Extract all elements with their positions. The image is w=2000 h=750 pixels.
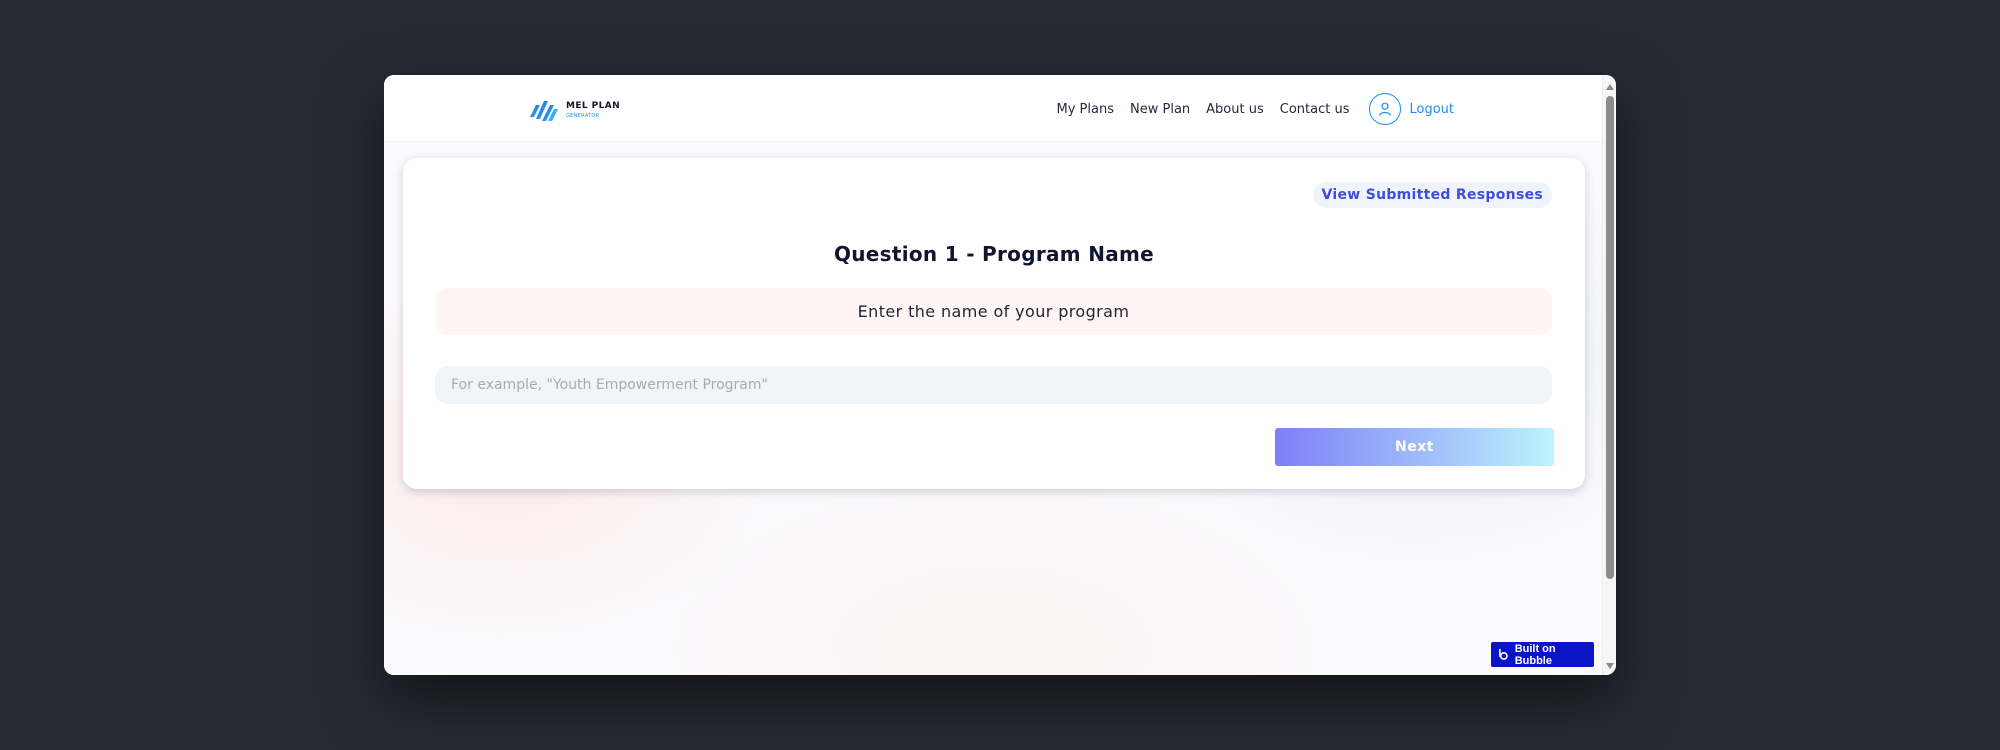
- logo-title: MEL PLAN: [566, 100, 621, 111]
- program-name-input[interactable]: [435, 366, 1552, 404]
- browser-window: MEL PLAN GENERATOR My Plans New Plan Abo…: [384, 75, 1616, 675]
- nav-my-plans[interactable]: My Plans: [1057, 102, 1114, 117]
- built-on-bubble-badge[interactable]: Built on Bubble: [1491, 642, 1594, 667]
- scroll-up-arrow-icon[interactable]: [1606, 84, 1614, 90]
- nav-new-plan[interactable]: New Plan: [1130, 102, 1190, 117]
- scrollbar-thumb[interactable]: [1606, 96, 1614, 579]
- logo-mark-icon: [530, 101, 558, 121]
- main-nav: My Plans New Plan About us Contact us Lo…: [1057, 92, 1602, 126]
- question-title: Question 1 - Program Name: [833, 242, 1155, 266]
- logout-link[interactable]: Logout: [1409, 102, 1454, 117]
- top-navbar: MEL PLAN GENERATOR My Plans New Plan Abo…: [384, 75, 1602, 142]
- app-logo[interactable]: MEL PLAN GENERATOR: [528, 97, 620, 123]
- logo-subtitle: GENERATOR: [566, 112, 600, 119]
- scroll-down-arrow-icon[interactable]: [1606, 663, 1614, 669]
- vertical-scrollbar[interactable]: [1602, 75, 1616, 675]
- bubble-icon: [1499, 648, 1508, 660]
- question-card: View Submitted Responses Question 1 - Pr…: [403, 158, 1585, 489]
- nav-contact-us[interactable]: Contact us: [1280, 102, 1350, 117]
- nav-about-us[interactable]: About us: [1206, 102, 1264, 117]
- view-submitted-responses-button[interactable]: View Submitted Responses: [1312, 182, 1552, 208]
- user-avatar[interactable]: [1369, 93, 1402, 125]
- next-button[interactable]: Next: [1275, 428, 1554, 466]
- badge-label: Built on Bubble: [1514, 642, 1556, 667]
- question-prompt: Enter the name of your program: [857, 302, 1130, 321]
- user-icon: [1379, 102, 1392, 116]
- question-prompt-box: Enter the name of your program: [435, 288, 1552, 335]
